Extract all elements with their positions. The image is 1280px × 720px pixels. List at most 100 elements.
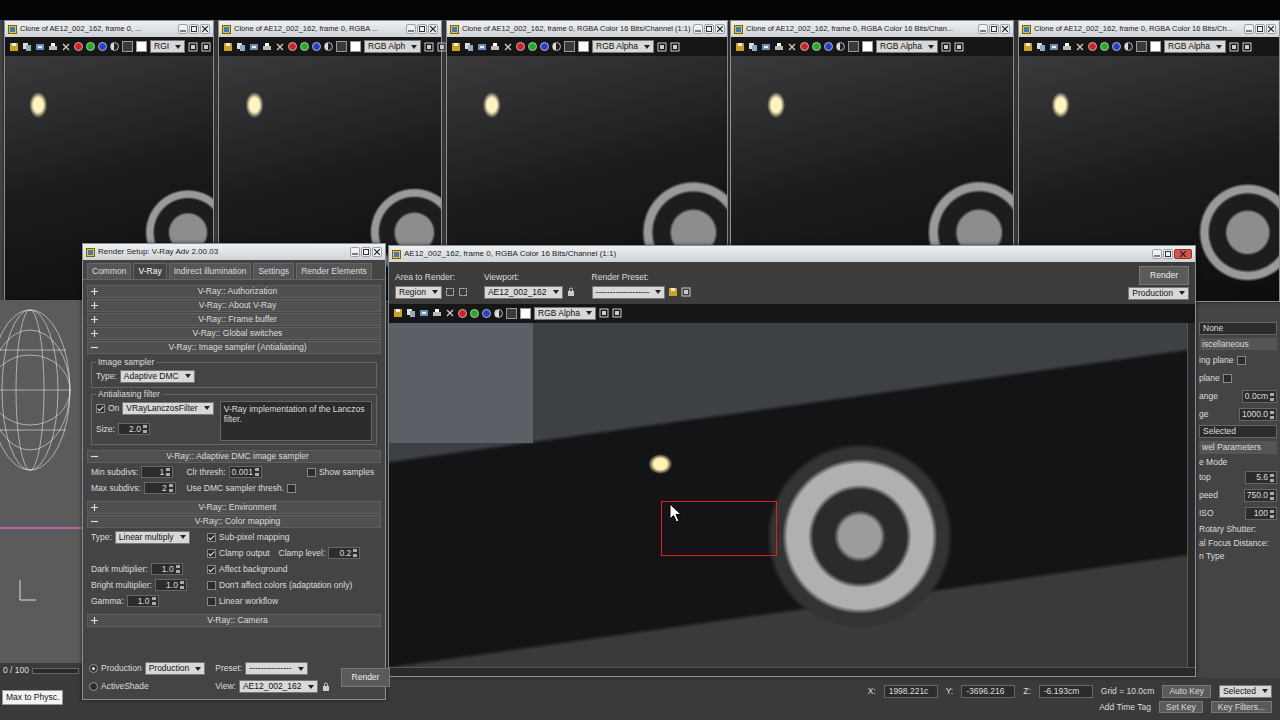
max-subdivs-spinner[interactable]: 2 xyxy=(144,482,176,495)
mono-button[interactable] xyxy=(110,42,119,51)
minimize-button[interactable] xyxy=(350,247,360,257)
render-button[interactable]: Render xyxy=(1139,266,1189,285)
rollout-header[interactable]: V-Ray:: Color mapping xyxy=(87,515,381,528)
tab[interactable]: Indirect illumination xyxy=(169,263,252,279)
clear-icon[interactable] xyxy=(275,42,285,52)
title-bar[interactable]: Render Setup: V-Ray Adv 2.00.03 xyxy=(83,244,385,260)
multiplier-spinner[interactable]: 1.0 xyxy=(151,563,183,576)
minimize-button[interactable] xyxy=(693,24,703,34)
clear-icon[interactable] xyxy=(503,42,513,52)
sampler-type-dropdown[interactable]: Adaptive DMC xyxy=(120,370,195,383)
title-bar[interactable]: Clone of AE12_002_162, frame 0, RGBA Col… xyxy=(731,21,1013,37)
checkbox[interactable] xyxy=(207,565,216,574)
checkbox[interactable] xyxy=(307,468,316,477)
minimize-button[interactable] xyxy=(1152,249,1162,259)
red-channel-button[interactable] xyxy=(1088,42,1097,51)
channel-dropdown[interactable]: RGB Alpha xyxy=(534,307,596,320)
toggle-ui-icon[interactable] xyxy=(954,42,964,52)
alpha-button[interactable] xyxy=(564,41,575,52)
copy-icon[interactable] xyxy=(464,42,474,52)
clear-icon[interactable] xyxy=(61,42,71,52)
mono-button[interactable] xyxy=(1124,42,1133,51)
swatch-button[interactable] xyxy=(1150,41,1161,52)
close-button[interactable] xyxy=(1174,249,1192,259)
red-channel-button[interactable] xyxy=(458,309,467,318)
filter-dropdown[interactable]: VRayLanczosFilter xyxy=(122,402,213,415)
rollout-header[interactable]: V-Ray:: Authorization xyxy=(87,285,381,298)
blue-channel-button[interactable] xyxy=(98,42,107,51)
blue-channel-button[interactable] xyxy=(312,42,321,51)
mapping-type-dropdown[interactable]: Linear multiply xyxy=(115,531,190,544)
rollout-header[interactable]: V-Ray:: Adaptive DMC image sampler xyxy=(87,450,381,463)
alpha-button[interactable] xyxy=(1136,41,1147,52)
render-region[interactable] xyxy=(661,501,777,556)
display-icon[interactable] xyxy=(599,308,609,318)
save-icon[interactable] xyxy=(9,42,19,52)
maximize-button[interactable] xyxy=(361,247,371,257)
title-bar[interactable]: Clone of AE12_002_162, frame 0, RGBA Col… xyxy=(447,21,727,37)
copy-icon[interactable] xyxy=(1036,42,1046,52)
alpha-button[interactable] xyxy=(848,41,859,52)
close-button[interactable] xyxy=(715,24,725,34)
save-icon[interactable] xyxy=(393,308,403,318)
panel-dropdown[interactable]: None xyxy=(1199,322,1277,335)
clone-icon[interactable] xyxy=(1049,42,1059,52)
title-bar[interactable]: Clone of AE12_002_162, frame 0, RGBA Col… xyxy=(1019,21,1279,37)
minimize-button[interactable] xyxy=(178,24,188,34)
preset-dropdown[interactable]: ------------------- xyxy=(592,286,666,299)
coordinate-field[interactable]: 1998.221c xyxy=(884,685,938,698)
maximize-button[interactable] xyxy=(1255,24,1265,34)
channel-dropdown[interactable]: RGB Alph xyxy=(364,40,421,53)
print-icon[interactable] xyxy=(48,42,58,52)
panel-rollout-header[interactable]: iscellaneous xyxy=(1199,338,1277,351)
view-dropdown[interactable]: AE12_002_162 xyxy=(239,680,318,693)
toggle-ui-icon[interactable] xyxy=(670,42,680,52)
panel-dropdown[interactable]: Selected xyxy=(1199,425,1277,438)
tab[interactable]: Render Elements xyxy=(296,263,372,279)
rollout-header[interactable]: V-Ray:: Global switches xyxy=(87,327,381,340)
alpha-button[interactable] xyxy=(506,308,517,319)
save-icon[interactable] xyxy=(223,42,233,52)
preset-settings-icon[interactable] xyxy=(681,287,691,297)
blue-channel-button[interactable] xyxy=(482,309,491,318)
rollout-header[interactable]: V-Ray:: Camera xyxy=(87,614,381,627)
display-icon[interactable] xyxy=(941,42,951,52)
minimize-button[interactable] xyxy=(406,24,416,34)
rollout-header[interactable]: V-Ray:: Frame buffer xyxy=(87,313,381,326)
coordinate-field[interactable]: -6.193cm xyxy=(1039,685,1093,698)
size-spinner[interactable]: 2.0 xyxy=(118,423,150,436)
red-channel-button[interactable] xyxy=(516,42,525,51)
green-channel-button[interactable] xyxy=(86,42,95,51)
checkbox[interactable] xyxy=(287,484,296,493)
area-dropdown[interactable]: Region xyxy=(395,286,442,299)
close-button[interactable] xyxy=(1000,24,1010,34)
horizontal-scrollbar[interactable] xyxy=(389,667,1195,676)
green-channel-button[interactable] xyxy=(528,42,537,51)
maximize-button[interactable] xyxy=(704,24,714,34)
save-icon[interactable] xyxy=(451,42,461,52)
maximize-button[interactable] xyxy=(1163,249,1173,259)
render-button[interactable]: Render xyxy=(341,668,391,687)
red-channel-button[interactable] xyxy=(288,42,297,51)
checkbox[interactable] xyxy=(96,404,105,413)
print-icon[interactable] xyxy=(1062,42,1072,52)
preset-save-icon[interactable] xyxy=(668,287,678,297)
min-subdivs-spinner[interactable]: 1 xyxy=(141,466,173,479)
minimize-button[interactable] xyxy=(978,24,988,34)
panel-spinner[interactable]: 100 xyxy=(1245,507,1277,520)
title-bar[interactable]: Clone of AE12_002_162, frame 0, RGBA ... xyxy=(219,21,441,37)
multiplier-spinner[interactable]: 1.0 xyxy=(155,579,187,592)
clr-thresh-spinner[interactable]: 0.001 xyxy=(229,466,262,479)
key-filters-button[interactable]: Key Filters... xyxy=(1211,701,1272,714)
coordinate-field[interactable]: -3696.216 xyxy=(961,685,1015,698)
maximize-button[interactable] xyxy=(189,24,199,34)
blue-channel-button[interactable] xyxy=(540,42,549,51)
copy-icon[interactable] xyxy=(22,42,32,52)
radio-button[interactable] xyxy=(89,682,98,691)
title-bar[interactable]: Clone of AE12_002_162, frame 0, ... xyxy=(5,21,213,37)
rollout-header[interactable]: V-Ray:: About V-Ray xyxy=(87,299,381,312)
swatch-button[interactable] xyxy=(862,41,873,52)
preset-dropdown[interactable]: --------------- xyxy=(245,662,307,675)
lock-icon[interactable] xyxy=(566,287,576,297)
toggle-ui-icon[interactable] xyxy=(1242,42,1252,52)
